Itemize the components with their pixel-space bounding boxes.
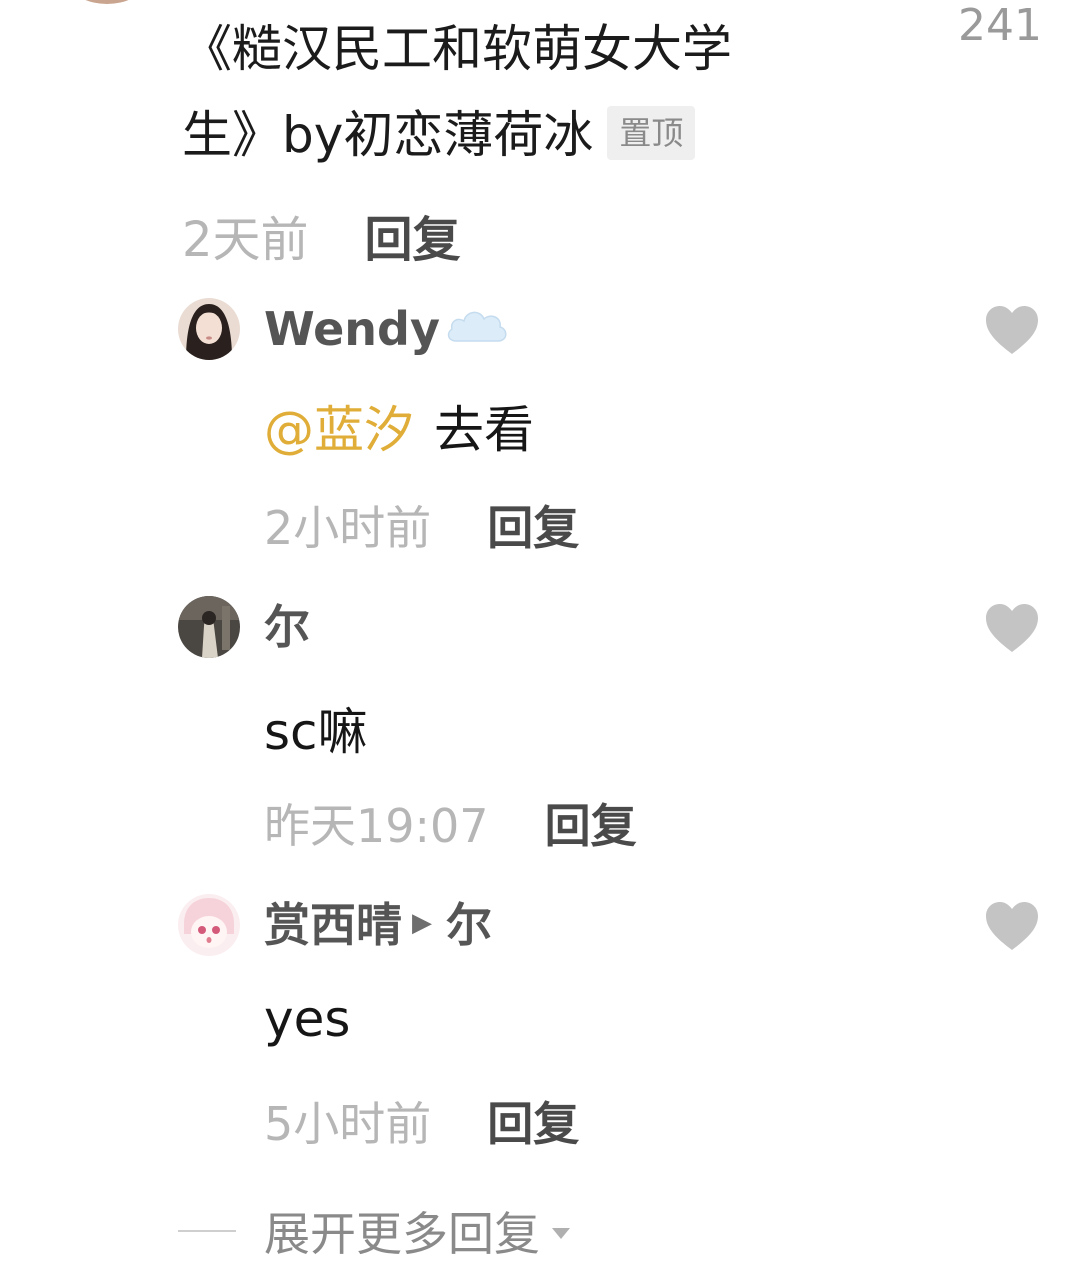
avatar[interactable] — [178, 298, 240, 360]
reply-item: 赏西晴 ▶ 尔 yes 5小时前 回复 — [178, 894, 1058, 1154]
reply-text: yes — [264, 990, 351, 1048]
expand-label: 展开更多回复 — [264, 1207, 540, 1261]
divider-line — [178, 1230, 236, 1232]
comment-body: 《糙汉民工和软萌女大学 生》by初恋薄荷冰 置顶 — [182, 6, 902, 178]
reply-content: yes — [264, 990, 350, 1048]
reply-button[interactable]: 回复 — [487, 1088, 579, 1154]
reply-username[interactable]: 尔 — [264, 596, 310, 658]
avatar[interactable] — [178, 596, 240, 658]
reply-content: sc嘛 — [264, 692, 368, 764]
reply-meta: 5小时前 回复 — [264, 1088, 579, 1154]
comment-text-line2: 生》by初恋薄荷冰 — [182, 106, 594, 164]
heart-icon[interactable] — [984, 304, 1040, 356]
reply-to-username[interactable]: 尔 — [446, 894, 492, 956]
reply-text: 去看 — [434, 401, 534, 459]
reply-item: 尔 sc嘛 昨天19:07 回复 — [178, 596, 1058, 856]
username-text: 尔 — [264, 600, 310, 654]
like-count: 241 — [958, 0, 1042, 51]
reply-text: sc嘛 — [264, 703, 368, 761]
reply-username[interactable]: 赏西晴 ▶ 尔 — [264, 894, 492, 956]
comment-time: 2天前 — [182, 212, 309, 268]
reply-meta: 昨天19:07 回复 — [264, 790, 637, 856]
reply-item: Wendy @蓝汐 去看 2小时前 回复 — [178, 298, 1058, 558]
heart-icon[interactable] — [984, 602, 1040, 654]
reply-button[interactable]: 回复 — [487, 492, 579, 558]
reply-button[interactable]: 回复 — [545, 790, 637, 856]
comment-reply-button[interactable]: 回复 — [365, 200, 461, 270]
parent-commenter-avatar[interactable] — [72, 0, 142, 4]
expand-more-replies[interactable]: 展开更多回复 — [178, 1198, 570, 1264]
reply-time: 2小时前 — [264, 501, 432, 555]
reply-meta: 2小时前 回复 — [264, 492, 579, 558]
comment-meta: 2天前 回复 — [182, 200, 461, 270]
chevron-down-icon — [552, 1227, 570, 1239]
reply-username[interactable]: Wendy — [264, 298, 510, 360]
heart-icon[interactable] — [984, 900, 1040, 952]
triangle-right-icon: ▶ — [412, 908, 432, 938]
reply-content: @蓝汐 去看 — [264, 390, 534, 462]
username-text: Wendy — [264, 302, 440, 356]
reply-time: 5小时前 — [264, 1097, 432, 1151]
reply-time: 昨天19:07 — [264, 799, 489, 853]
avatar[interactable] — [178, 894, 240, 956]
username-text: 赏西晴 — [264, 898, 402, 952]
pinned-badge: 置顶 — [607, 105, 696, 160]
mention-link[interactable]: @蓝汐 — [264, 401, 414, 459]
comment-text-line1: 《糙汉民工和软萌女大学 — [182, 20, 732, 78]
cloud-icon — [444, 298, 510, 360]
